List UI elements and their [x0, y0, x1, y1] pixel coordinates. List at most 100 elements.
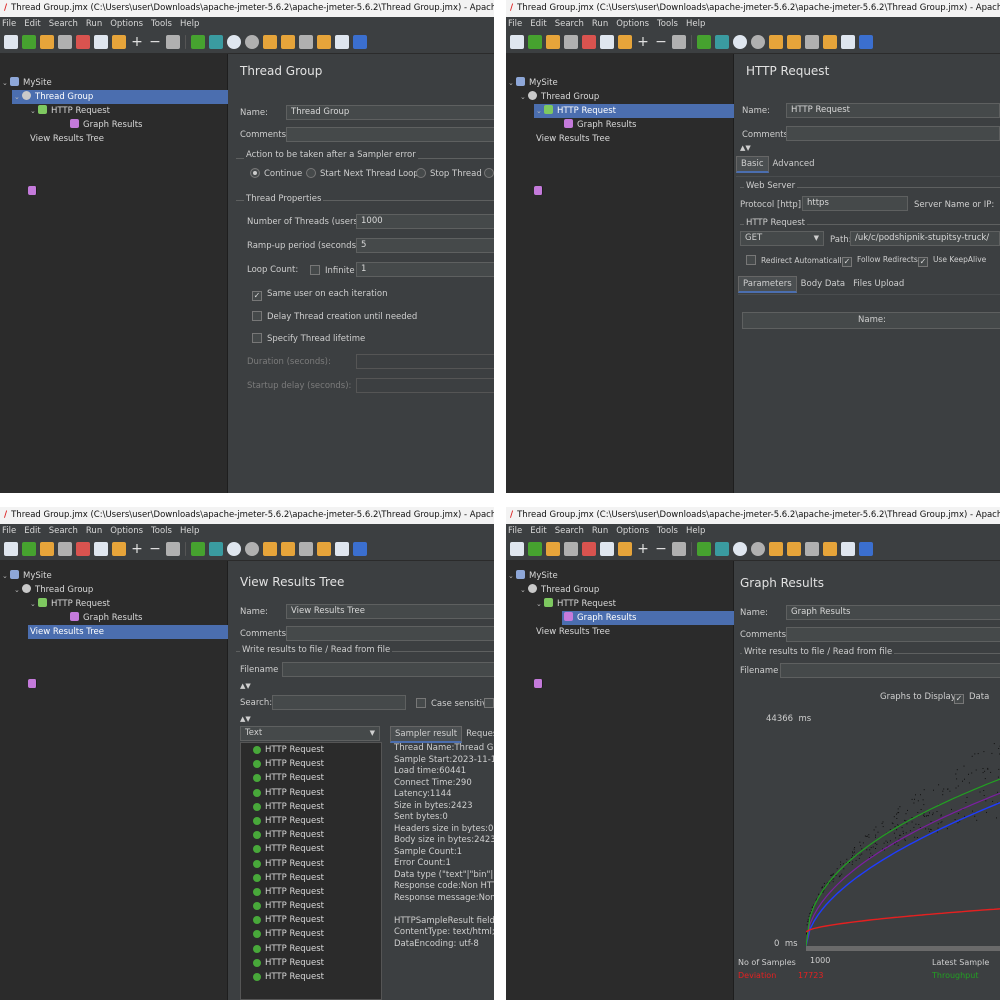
radio-icon[interactable] — [306, 168, 316, 178]
tree-node-graph-results[interactable]: Graph Results — [68, 118, 148, 132]
search-icon[interactable] — [299, 35, 313, 49]
reset-search-icon[interactable] — [317, 35, 331, 49]
save-icon[interactable] — [564, 542, 578, 556]
tree-node-mysite[interactable]: ⌄ MySite — [506, 569, 564, 583]
chevron-down-icon[interactable]: ⌄ — [520, 583, 528, 597]
checkmark-icon[interactable]: ✓ — [842, 257, 852, 267]
reset-search-icon[interactable] — [317, 542, 331, 556]
start-no-pauses-icon[interactable] — [209, 35, 223, 49]
checkbox-icon[interactable] — [484, 698, 494, 708]
result-item[interactable]: HTTP Request — [241, 970, 381, 984]
clear-icon[interactable] — [769, 542, 783, 556]
menu-run[interactable]: Run — [592, 526, 608, 536]
checkmark-icon[interactable]: ✓ — [954, 694, 964, 704]
tree-node-mysite[interactable]: ⌄ MySite — [506, 76, 564, 90]
paste-icon[interactable] — [112, 35, 126, 49]
radio-selected-icon[interactable] — [250, 168, 260, 178]
start-icon[interactable] — [697, 542, 711, 556]
help-icon[interactable] — [859, 35, 873, 49]
checkmark-icon[interactable]: ✓ — [918, 257, 928, 267]
start-no-pauses-icon[interactable] — [715, 542, 729, 556]
toggle-icon[interactable] — [672, 542, 686, 556]
help-icon[interactable] — [353, 35, 367, 49]
result-item[interactable]: HTTP Request — [241, 956, 381, 970]
result-item[interactable]: HTTP Request — [241, 913, 381, 927]
menu-help[interactable]: Help — [180, 19, 199, 29]
function-helper-icon[interactable] — [335, 542, 349, 556]
comments-field[interactable] — [786, 126, 1000, 141]
tree-node-http-request[interactable]: ⌄ HTTP Request — [534, 597, 622, 611]
chevron-down-icon[interactable]: ⌄ — [536, 597, 544, 611]
paste-icon[interactable] — [618, 542, 632, 556]
toggle-icon[interactable] — [672, 35, 686, 49]
templates-icon[interactable] — [528, 542, 542, 556]
menu-edit[interactable]: Edit — [24, 526, 40, 536]
option-next-loop[interactable]: Start Next Thread Loop — [306, 168, 419, 179]
stop-icon[interactable] — [733, 542, 747, 556]
chevron-down-icon[interactable]: ⌄ — [520, 90, 528, 104]
result-item[interactable]: HTTP Request — [241, 927, 381, 941]
regex-checkbox[interactable] — [484, 698, 494, 709]
dropdown-arrow-icon[interactable]: ▼ — [814, 232, 819, 245]
result-item[interactable]: HTTP Request — [241, 757, 381, 771]
name-field[interactable]: Graph Results — [786, 605, 1000, 620]
chevron-down-icon[interactable]: ⌄ — [30, 104, 38, 118]
open-icon[interactable] — [546, 542, 560, 556]
clear-icon[interactable] — [769, 35, 783, 49]
tree-node-graph-results[interactable]: Graph Results — [68, 611, 148, 625]
menu-file[interactable]: File — [2, 19, 16, 29]
menu-search[interactable]: Search — [555, 19, 584, 29]
tab-request[interactable]: Request — [462, 727, 494, 741]
collapse-icon[interactable]: − — [148, 542, 162, 556]
clear-all-icon[interactable] — [281, 542, 295, 556]
checkbox-icon[interactable] — [416, 698, 426, 708]
tree-node-thread-group[interactable]: ⌄ Thread Group — [518, 90, 605, 104]
stop-icon[interactable] — [227, 542, 241, 556]
name-field[interactable]: View Results Tree — [286, 604, 494, 619]
result-item[interactable]: HTTP Request — [241, 857, 381, 871]
stop-icon[interactable] — [733, 35, 747, 49]
tree-node-graph-results[interactable]: Graph Results — [562, 611, 734, 625]
tab-advanced[interactable]: Advanced — [769, 157, 819, 171]
copy-icon[interactable] — [600, 542, 614, 556]
copy-icon[interactable] — [94, 542, 108, 556]
tab-files-upload[interactable]: Files Upload — [849, 277, 908, 291]
menu-help[interactable]: Help — [180, 526, 199, 536]
result-item[interactable]: HTTP Request — [241, 899, 381, 913]
result-item[interactable]: HTTP Request — [241, 771, 381, 785]
menu-edit[interactable]: Edit — [530, 19, 546, 29]
result-item[interactable]: HTTP Request — [241, 842, 381, 856]
path-field[interactable]: /uk/c/podshipnik-stupitsy-truck/ — [850, 231, 1000, 246]
clear-icon[interactable] — [263, 35, 277, 49]
result-item[interactable]: HTTP Request — [241, 942, 381, 956]
menu-run[interactable]: Run — [86, 526, 102, 536]
checkbox-icon[interactable] — [746, 255, 756, 265]
cut-icon[interactable] — [582, 35, 596, 49]
menu-edit[interactable]: Edit — [24, 19, 40, 29]
cut-icon[interactable] — [582, 542, 596, 556]
tree-node-http-request[interactable]: ⌄ HTTP Request — [28, 104, 116, 118]
menu-tools[interactable]: Tools — [151, 526, 172, 536]
new-icon[interactable] — [510, 542, 524, 556]
tree-node-view-results-tree[interactable]: View Results Tree — [28, 132, 110, 195]
expand-icon[interactable]: + — [130, 542, 144, 556]
menu-file[interactable]: File — [2, 526, 16, 536]
redirect-automatically-checkbox[interactable]: Redirect Automatically — [746, 255, 846, 265]
open-icon[interactable] — [40, 542, 54, 556]
toggle-icon[interactable] — [166, 35, 180, 49]
tree-node-thread-group[interactable]: ⌄ Thread Group — [12, 90, 228, 104]
menu-run[interactable]: Run — [592, 19, 608, 29]
help-icon[interactable] — [353, 542, 367, 556]
templates-icon[interactable] — [528, 35, 542, 49]
data-checkbox[interactable]: ✓ Data — [954, 692, 989, 704]
option-continue[interactable]: Continue — [250, 168, 302, 179]
result-item[interactable]: HTTP Request — [241, 885, 381, 899]
clear-all-icon[interactable] — [787, 542, 801, 556]
result-item[interactable]: HTTP Request — [241, 786, 381, 800]
clear-all-icon[interactable] — [787, 35, 801, 49]
dropdown-arrow-icon[interactable]: ▼ — [370, 727, 375, 740]
expand-icon[interactable]: + — [130, 35, 144, 49]
tree-node-thread-group[interactable]: ⌄ Thread Group — [518, 583, 605, 597]
menu-options[interactable]: Options — [110, 19, 143, 29]
tree-node-view-results-tree[interactable]: View Results Tree — [534, 625, 616, 688]
